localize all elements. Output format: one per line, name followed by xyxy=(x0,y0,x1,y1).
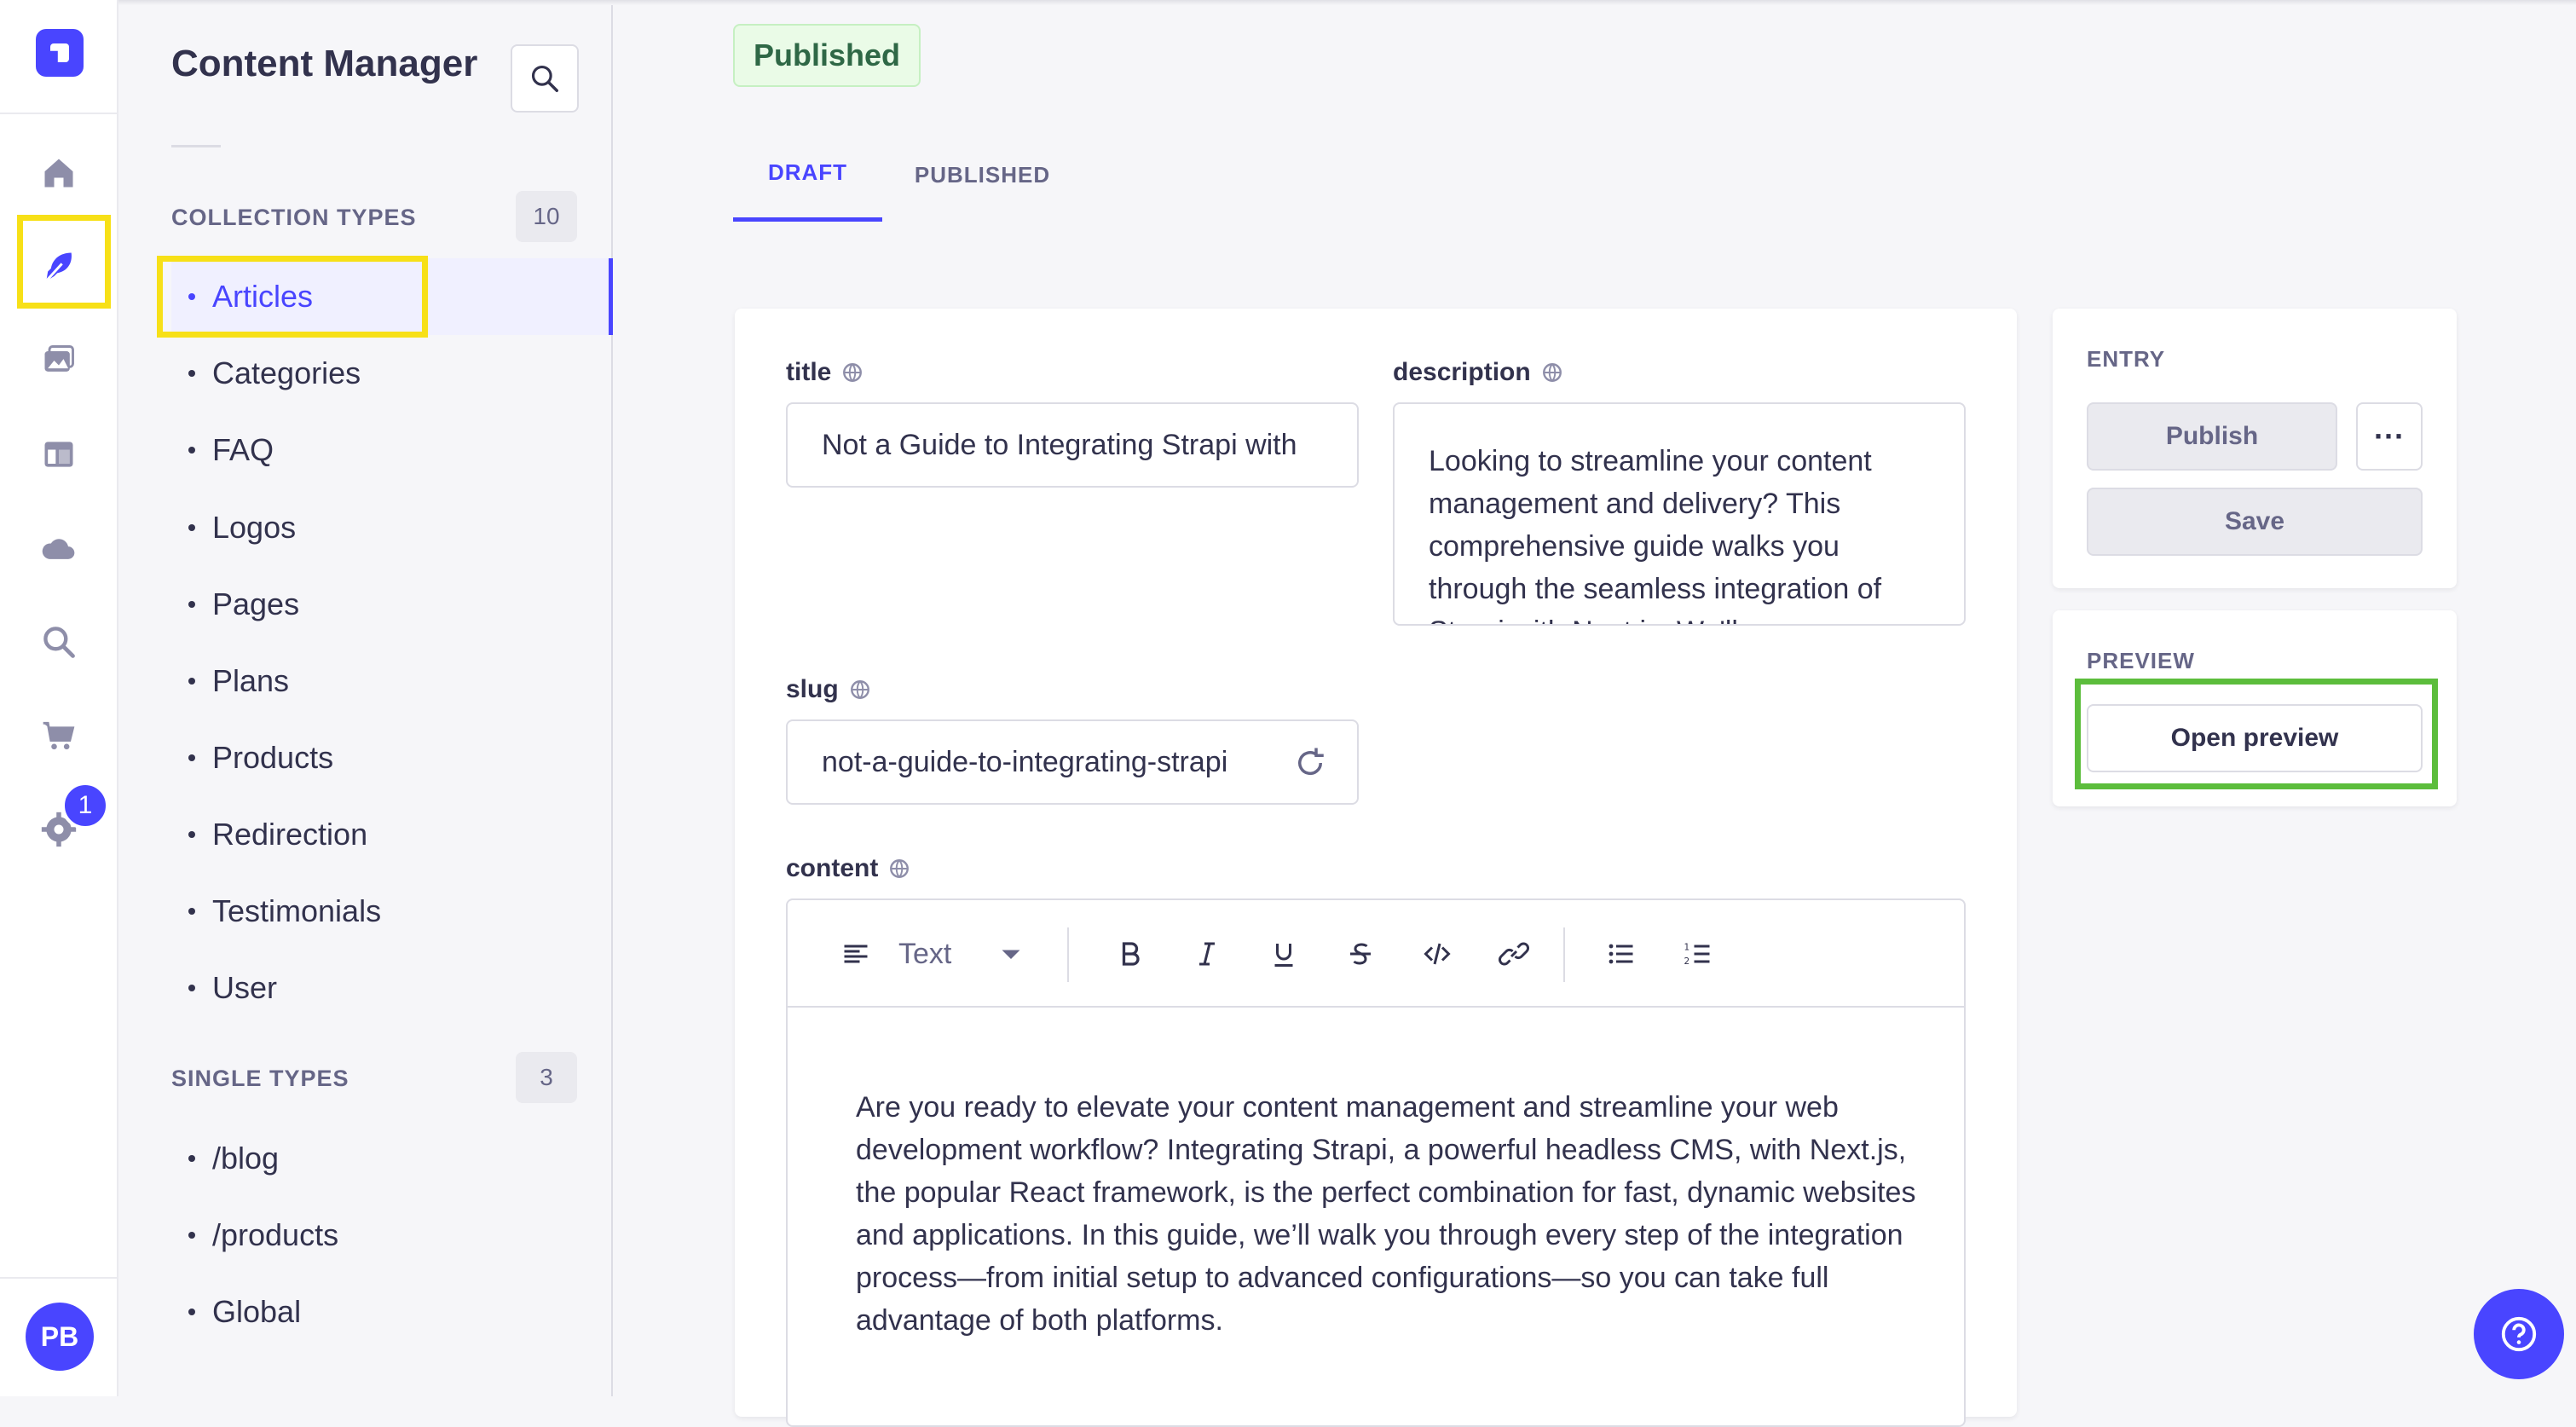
content-body-text[interactable]: Are you ready to elevate your content ma… xyxy=(856,1086,1921,1342)
toolbar-divider xyxy=(1563,927,1565,982)
publish-button[interactable]: Publish xyxy=(2087,402,2337,471)
sidebar-item-testimonials[interactable]: Testimonials xyxy=(171,873,613,950)
sidebar-item-redirection[interactable]: Redirection xyxy=(171,796,613,873)
sidebar-item-faq[interactable]: FAQ xyxy=(171,412,613,488)
main-nav-rail: 1 PB xyxy=(0,0,118,1396)
block-type-select[interactable]: Text xyxy=(898,928,951,979)
description-textarea[interactable]: Looking to streamline your content manag… xyxy=(1393,402,1966,626)
sidebar-title: Content Manager xyxy=(171,43,478,84)
sidebar-search-button[interactable] xyxy=(511,44,579,113)
help-button[interactable] xyxy=(2474,1289,2564,1379)
strapi-logo-icon[interactable] xyxy=(36,29,84,77)
sidebar-divider xyxy=(171,145,221,147)
entry-fields-card: title Not a Guide to Integrating Strapi … xyxy=(735,309,2017,1427)
title-field-label: title xyxy=(786,358,863,387)
code-icon[interactable] xyxy=(1412,928,1463,979)
slug-input[interactable]: not-a-guide-to-integrating-strapi xyxy=(786,719,1359,805)
globe-icon xyxy=(890,859,910,878)
sidebar-item-plans[interactable]: Plans xyxy=(171,643,613,719)
content-type-builder-icon[interactable] xyxy=(29,425,89,484)
media-library-icon[interactable] xyxy=(29,331,89,390)
strikethrough-icon[interactable] xyxy=(1335,928,1386,979)
top-shadow xyxy=(118,0,2576,5)
content-field-label: content xyxy=(786,854,910,883)
sidebar-item-global[interactable]: Global xyxy=(171,1274,613,1350)
user-avatar[interactable]: PB xyxy=(26,1303,94,1371)
more-actions-button[interactable]: ··· xyxy=(2356,402,2423,471)
status-badge: Published xyxy=(733,24,921,87)
globe-icon xyxy=(843,363,863,382)
entry-section-label: ENTRY xyxy=(2087,346,2166,372)
italic-icon[interactable] xyxy=(1181,928,1233,979)
preview-section-label: PREVIEW xyxy=(2087,648,2195,673)
link-icon[interactable] xyxy=(1488,928,1539,979)
notification-badge: 1 xyxy=(61,782,109,829)
sidebar-item-categories[interactable]: Categories xyxy=(171,335,613,412)
chevron-down-icon[interactable] xyxy=(985,928,1037,979)
sidebar-item-products-single[interactable]: /products xyxy=(171,1197,613,1274)
paragraph-icon xyxy=(830,928,881,979)
svg-text:2: 2 xyxy=(1684,956,1690,967)
slug-field-label: slug xyxy=(786,675,871,704)
single-types-count: 3 xyxy=(516,1052,577,1103)
underline-icon[interactable] xyxy=(1258,928,1309,979)
bullet-list-icon[interactable] xyxy=(1596,928,1647,979)
marketplace-cart-icon[interactable] xyxy=(29,706,89,765)
highlight-box-articles xyxy=(157,256,428,338)
collection-types-count: 10 xyxy=(516,191,577,242)
sidebar-item-blog[interactable]: /blog xyxy=(171,1120,613,1197)
numbered-list-icon[interactable]: 12 xyxy=(1672,928,1724,979)
content-rich-text-editor[interactable]: Text 1 2 Are you ready to elevate your c… xyxy=(786,898,1966,1427)
globe-icon xyxy=(850,680,869,699)
tab-draft[interactable]: DRAFT xyxy=(733,128,882,222)
toolbar-divider xyxy=(1067,927,1069,982)
single-types-heading: SINGLE TYPES xyxy=(171,1066,349,1091)
tab-published[interactable]: PUBLISHED xyxy=(895,128,1070,222)
sidebar-item-user[interactable]: User xyxy=(171,950,613,1026)
home-icon[interactable] xyxy=(29,143,89,203)
svg-text:1: 1 xyxy=(1684,943,1690,953)
sidebar-item-products[interactable]: Products xyxy=(171,719,613,796)
editor-toolbar: Text 1 2 xyxy=(788,900,1964,1008)
content-manager-sidebar: Content Manager COLLECTION TYPES 10 Arti… xyxy=(118,0,613,1396)
description-field-label: description xyxy=(1393,358,1563,387)
rail-divider xyxy=(0,1277,118,1279)
sidebar-item-logos[interactable]: Logos xyxy=(171,489,613,566)
cloud-icon[interactable] xyxy=(29,518,89,578)
search-icon[interactable] xyxy=(29,612,89,672)
highlight-box-content-manager xyxy=(17,215,111,309)
save-button[interactable]: Save xyxy=(2087,488,2423,556)
highlight-box-open-preview xyxy=(2075,679,2438,789)
collection-types-heading: COLLECTION TYPES xyxy=(171,205,417,230)
rail-divider xyxy=(0,113,118,114)
search-icon xyxy=(531,65,558,92)
globe-icon xyxy=(1542,363,1562,382)
bold-icon[interactable] xyxy=(1105,928,1156,979)
entry-actions-card: ENTRY Publish ··· Save xyxy=(2053,309,2457,588)
sidebar-item-pages[interactable]: Pages xyxy=(171,566,613,643)
title-input[interactable]: Not a Guide to Integrating Strapi with xyxy=(786,402,1359,488)
help-question-icon xyxy=(2501,1316,2537,1352)
regenerate-icon[interactable] xyxy=(1292,745,1328,781)
